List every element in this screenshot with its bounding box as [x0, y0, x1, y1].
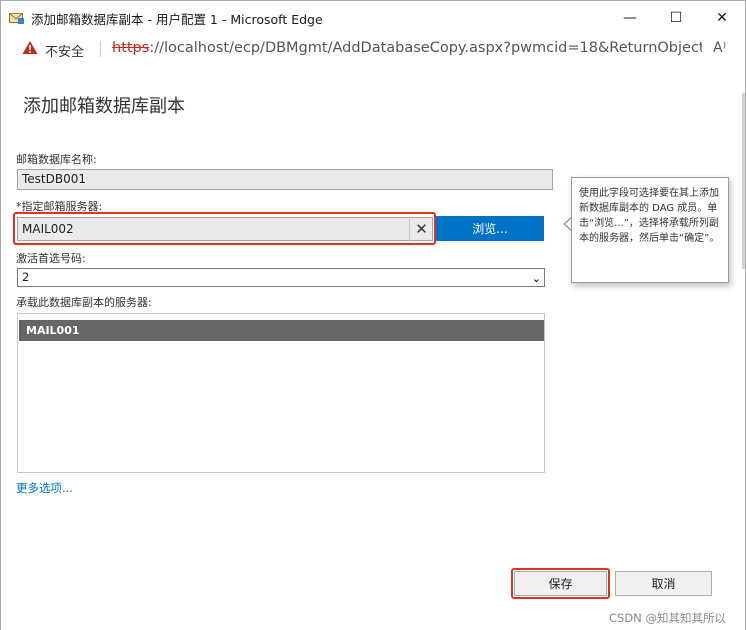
list-item[interactable]: MAIL001 — [19, 320, 544, 341]
mail-icon — [9, 10, 25, 24]
scroll-edge — [742, 93, 745, 269]
preference-value: 2 — [22, 270, 30, 284]
url-field[interactable]: https://localhost/ecp/DBMgmt/AddDatabase… — [112, 40, 702, 56]
preference-select[interactable]: 2 ⌄ — [17, 268, 545, 287]
url-path: ://localhost/ecp/DBMgmt/AddDatabaseCopy.… — [149, 40, 702, 56]
chevron-down-icon: ⌄ — [531, 272, 541, 285]
clear-icon[interactable]: ✕ — [409, 217, 433, 241]
save-button[interactable]: 保存 — [514, 571, 607, 596]
security-label[interactable]: 不安全 — [45, 41, 84, 60]
title-bar: 添加邮箱数据库副本 - 用户配置 1 - Microsoft Edge — ☐ … — [1, 1, 745, 35]
maximize-button[interactable]: ☐ — [653, 1, 699, 35]
server-label: *指定邮箱服务器: — [16, 200, 103, 213]
minimize-button[interactable]: — — [607, 1, 653, 35]
server-field[interactable]: MAIL002 — [17, 217, 433, 241]
dialog-content: 添加邮箱数据库副本 邮箱数据库名称: TestDB001 *指定邮箱服务器: M… — [1, 64, 745, 630]
hosts-label: 承载此数据库副本的服务器: — [16, 296, 152, 309]
watermark: CSDN @知其知其所以 — [609, 611, 726, 625]
close-button[interactable]: ✕ — [699, 1, 745, 35]
url-protocol: https — [112, 40, 150, 56]
hosts-list[interactable]: MAIL001 — [17, 313, 545, 473]
warning-icon[interactable] — [22, 40, 38, 55]
db-name-label: 邮箱数据库名称: — [16, 153, 97, 166]
read-aloud-icon[interactable]: A⁾ — [713, 40, 726, 56]
page-title: 添加邮箱数据库副本 — [23, 96, 185, 117]
preference-label: 激活首选号码: — [16, 252, 86, 265]
cancel-button[interactable]: 取消 — [615, 571, 712, 596]
browse-button[interactable]: 浏览... — [436, 216, 544, 241]
db-name-field: TestDB001 — [17, 169, 553, 190]
address-divider — [100, 41, 101, 57]
browser-window: 添加邮箱数据库副本 - 用户配置 1 - Microsoft Edge — ☐ … — [0, 0, 746, 630]
window-title: 添加邮箱数据库副本 - 用户配置 1 - Microsoft Edge — [31, 12, 323, 27]
help-tooltip: 使用此字段可选择要在其上添加新数据库副本的 DAG 成员。单击“浏览...”，选… — [571, 177, 729, 283]
more-options-link[interactable]: 更多选项... — [16, 480, 73, 496]
address-bar: 不安全 https://localhost/ecp/DBMgmt/AddData… — [1, 35, 745, 63]
